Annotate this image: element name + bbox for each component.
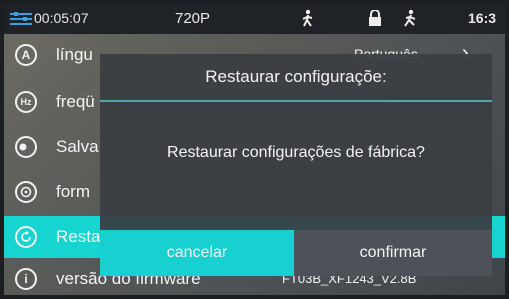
menu-item-label: Resta <box>56 227 101 246</box>
lock-icon <box>368 9 382 29</box>
menu-item-label: Salva <box>56 137 99 156</box>
resolution-label: 720P <box>175 10 211 27</box>
confirm-button[interactable]: confirmar <box>294 230 492 276</box>
walker-icon <box>300 9 316 30</box>
menu-item-label: língu <box>56 45 93 64</box>
language-icon: A <box>15 44 37 66</box>
menu-item-label: freqü <box>56 92 95 111</box>
dialog-title: Restaurar configuraçõe: <box>100 54 492 102</box>
camera-screen: 00:05:07 720P 16:3 A língu Português › H… <box>4 4 505 295</box>
restore-icon <box>15 226 37 248</box>
cancel-button[interactable]: cancelar <box>100 230 294 276</box>
status-bar: 00:05:07 720P 16:3 <box>4 4 505 34</box>
toggle-icon <box>15 136 37 158</box>
clock: 16:3 <box>468 10 497 26</box>
info-icon: i <box>15 268 37 290</box>
menu-item-label: form <box>56 182 90 201</box>
disk-icon <box>15 181 37 203</box>
frequency-icon: Hz <box>15 91 37 113</box>
record-time: 00:05:07 <box>34 10 89 26</box>
motion-icon <box>402 9 418 30</box>
recording-icon <box>10 12 32 29</box>
restore-dialog: Restaurar configuraçõe: Restaurar config… <box>100 54 492 276</box>
dialog-message: Restaurar configurações de fábrica? <box>167 144 425 161</box>
